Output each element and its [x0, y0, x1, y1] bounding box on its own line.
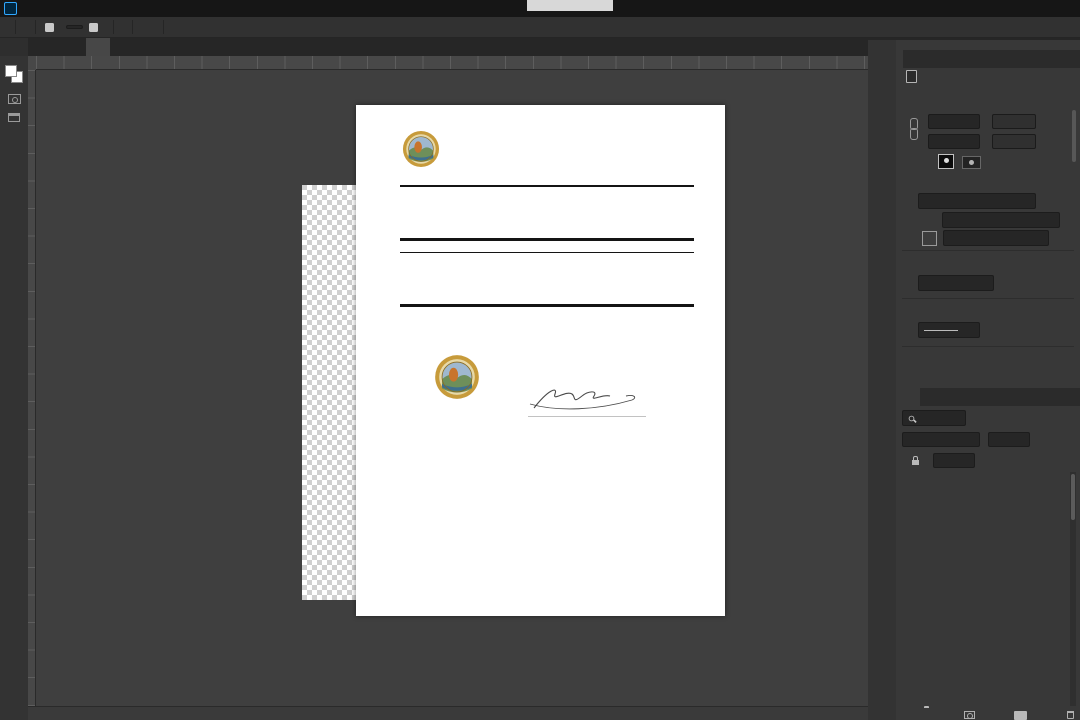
layers-scrollbar-thumb[interactable] — [1071, 474, 1075, 520]
height-field[interactable] — [928, 134, 980, 149]
fill-row — [916, 230, 1049, 246]
document-tab[interactable] — [86, 38, 110, 56]
separator — [163, 20, 164, 34]
photoshop-logo — [4, 2, 17, 15]
mask-glyph — [963, 711, 975, 719]
mode-dropdown[interactable] — [918, 193, 1036, 209]
tools-panel — [0, 56, 28, 720]
layer-mask-icon[interactable] — [963, 711, 975, 719]
guides-row — [908, 322, 980, 338]
separator — [132, 20, 133, 34]
separator — [113, 20, 114, 34]
separator — [15, 20, 16, 34]
guide-style-dropdown[interactable] — [918, 322, 980, 338]
panel-menu-icon[interactable] — [1070, 50, 1080, 68]
photoshop-window — [0, 0, 1080, 720]
kind-filter-dropdown[interactable] — [902, 410, 966, 426]
layers-menu-icon[interactable] — [1070, 388, 1080, 406]
link-dimensions-icon[interactable] — [910, 116, 918, 146]
tab-layers[interactable] — [896, 388, 920, 406]
blend-mode-row — [902, 432, 1074, 447]
horizontal-ruler[interactable] — [36, 56, 868, 70]
divider — [400, 304, 694, 307]
landscape-orientation-button[interactable] — [962, 156, 981, 169]
ruler-corner — [28, 56, 36, 70]
folder-glyph — [1014, 710, 1028, 720]
redacted-region — [527, 0, 613, 11]
foreground-color-swatch[interactable] — [4, 65, 17, 77]
depth-row — [942, 212, 1060, 228]
tab-properties[interactable] — [896, 50, 903, 68]
california-state-seal — [435, 355, 479, 399]
new-group-icon[interactable] — [1014, 710, 1028, 720]
opacity-field[interactable] — [988, 432, 1030, 447]
panels-dock — [896, 40, 1080, 720]
auto-select-checkbox[interactable] — [45, 22, 54, 32]
fill-swatch[interactable] — [922, 230, 937, 246]
height-row — [922, 134, 1036, 149]
width-row — [922, 114, 1036, 129]
collapsed-panels-strip — [868, 40, 896, 720]
mode-row — [910, 193, 1036, 209]
width-field[interactable] — [928, 114, 980, 129]
layer-fill-field[interactable] — [933, 453, 975, 468]
blend-mode-dropdown[interactable] — [902, 432, 980, 447]
status-bar — [0, 706, 868, 720]
screen-mode-button[interactable] — [8, 113, 20, 122]
divider — [400, 185, 694, 187]
x-field — [992, 114, 1036, 129]
layer-filter-row — [902, 410, 1074, 426]
divider — [902, 346, 1074, 347]
search-icon — [908, 415, 915, 421]
options-bar — [0, 17, 1080, 38]
collapse-tools-icon[interactable] — [0, 38, 28, 56]
divider — [902, 250, 1074, 251]
panel-tab-bar — [896, 50, 1080, 68]
delete-layer-icon[interactable] — [1066, 711, 1074, 719]
auto-select-target-dropdown[interactable] — [66, 25, 83, 29]
divider — [902, 298, 1074, 299]
lock-all-icon[interactable] — [912, 455, 919, 465]
y-field — [992, 134, 1036, 149]
properties-document-row — [906, 70, 925, 83]
active-tool-icon[interactable] — [25, 21, 26, 34]
divider — [400, 252, 694, 254]
properties-scrollbar[interactable] — [1072, 110, 1076, 162]
signature — [529, 389, 636, 410]
bit-depth-dropdown[interactable] — [942, 212, 1060, 228]
units-dropdown[interactable] — [918, 275, 994, 291]
orientation-row — [938, 154, 981, 169]
show-transform-checkbox[interactable] — [89, 22, 98, 32]
canvas-area[interactable] — [36, 70, 868, 706]
line-style-sample — [924, 329, 958, 331]
document-icon — [906, 70, 917, 83]
divider — [400, 238, 694, 241]
signature-line — [528, 416, 646, 417]
layers-footer — [924, 708, 1074, 720]
quick-mask-button[interactable] — [7, 94, 21, 104]
vertical-ruler[interactable] — [28, 70, 36, 706]
transparent-layer-region — [302, 185, 356, 600]
layers-tab-bar — [896, 388, 1080, 406]
fill-dropdown[interactable] — [943, 230, 1049, 246]
color-swatches[interactable] — [4, 65, 24, 84]
lock-row — [902, 453, 1074, 468]
portrait-orientation-button[interactable] — [938, 154, 954, 169]
rulers-grids-row — [908, 275, 994, 291]
california-state-seal — [402, 130, 440, 168]
layer-list — [896, 470, 1080, 708]
document-page — [356, 105, 725, 616]
separator — [35, 20, 36, 34]
trash-glyph — [1066, 711, 1074, 719]
